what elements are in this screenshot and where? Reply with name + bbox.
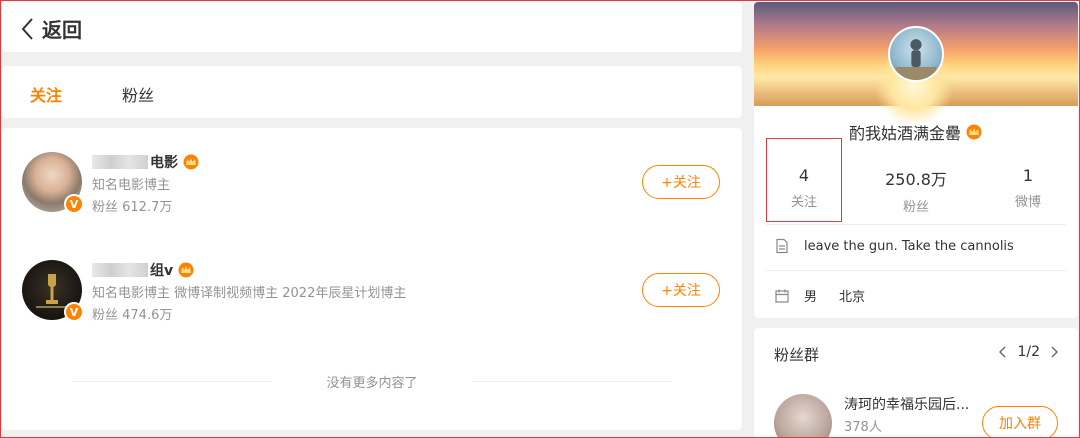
back-label: 返回 [42, 18, 82, 42]
profile-avatar[interactable] [888, 26, 944, 82]
blurred-name-icon [92, 263, 148, 277]
tab-bar: 关注 粉丝 [2, 66, 742, 118]
tab-fans[interactable]: 粉丝 [122, 82, 154, 106]
fan-group-title: 粉丝群 [774, 346, 820, 364]
back-button[interactable]: 返回 [20, 14, 82, 43]
list-item[interactable]: V 电影 知名电影博主 粉丝 612.7万 +关注 [2, 140, 742, 240]
divider [766, 224, 1066, 225]
verified-badge-icon: V [64, 194, 84, 214]
calendar-icon [775, 289, 789, 303]
page-indicator: 1/2 [1017, 344, 1040, 360]
top-bar: 返回 [2, 2, 742, 52]
fan-count: 粉丝 612.7万 [92, 200, 173, 215]
user-name[interactable]: 电影 [92, 152, 200, 172]
info-row: 男 北京 [774, 286, 865, 305]
group-avatar[interactable] [774, 394, 832, 438]
chevron-left-icon [21, 17, 33, 40]
crown-badge-icon [178, 262, 194, 278]
person-silhouette-icon [895, 39, 937, 80]
user-description: 知名电影博主 [92, 178, 171, 193]
chevron-left-icon[interactable] [997, 345, 1009, 359]
verified-badge-icon: V [64, 302, 84, 322]
list-item[interactable]: V 组v 知名电影博主 微博译制视频博主 2022年辰星计划博主 粉丝 474.… [2, 248, 742, 348]
crown-badge-icon [966, 124, 982, 140]
group-member-count: 378人 [844, 420, 882, 435]
user-description: 知名电影博主 微博译制视频博主 2022年辰星计划博主 [92, 286, 407, 301]
stat-fans[interactable]: 250.8万 粉丝 [866, 166, 966, 215]
follow-button[interactable]: +关注 [642, 165, 720, 199]
pager: 1/2 [997, 344, 1060, 360]
highlight-box [766, 138, 842, 222]
following-list: V 电影 知名电影博主 粉丝 612.7万 +关注 V 组v 知名电影博主 微博… [2, 128, 742, 430]
fan-count: 粉丝 474.6万 [92, 308, 173, 323]
blurred-name-icon [92, 155, 148, 169]
group-name[interactable]: 涛珂的幸福乐园后... [844, 394, 969, 414]
divider [766, 270, 1066, 271]
crown-badge-icon [183, 154, 199, 170]
tab-following[interactable]: 关注 [30, 82, 62, 106]
bio-row: leave the gun. Take the cannolis [774, 238, 1014, 254]
follow-button[interactable]: +关注 [642, 273, 720, 307]
chevron-right-icon[interactable] [1048, 345, 1060, 359]
no-more-content: 没有更多内容了 [2, 372, 742, 391]
document-icon [776, 238, 788, 254]
profile-card: 酌我姑酒满金罍 4 关注 250.8万 粉丝 1 微博 leave the gu… [754, 2, 1078, 318]
fan-group-card: 粉丝群 1/2 涛珂的幸福乐园后... 378人 加入群 [754, 328, 1078, 438]
user-name[interactable]: 组v [92, 260, 195, 280]
stat-posts[interactable]: 1 微博 [978, 166, 1078, 210]
join-group-button[interactable]: 加入群 [982, 406, 1058, 438]
